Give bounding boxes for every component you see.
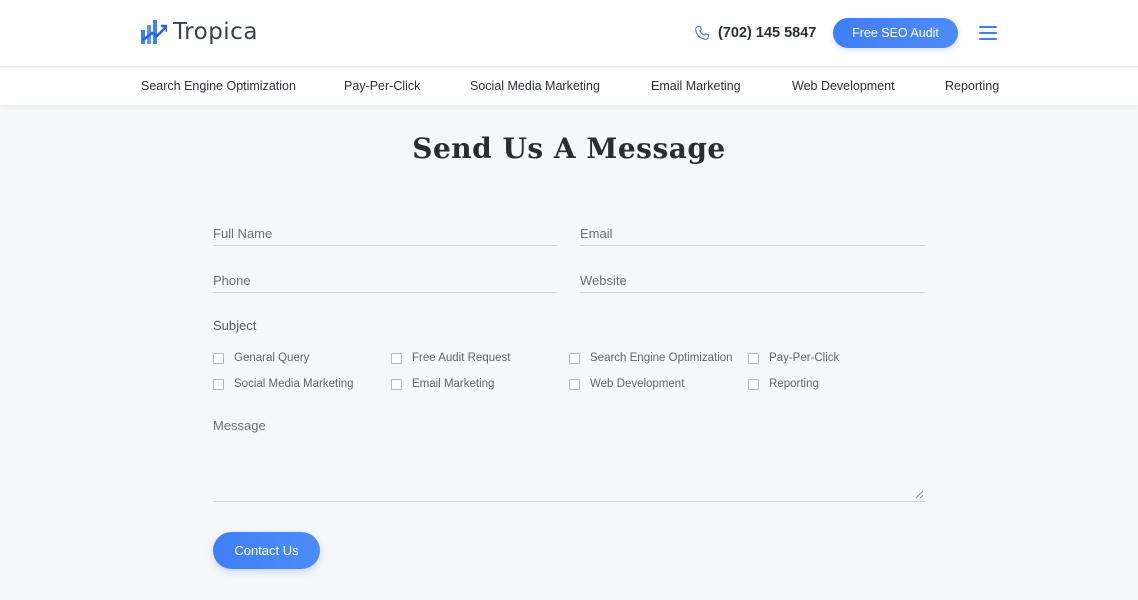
- checkbox[interactable]: [569, 378, 580, 390]
- nav-item-reporting[interactable]: Reporting: [945, 79, 999, 93]
- hamburger-menu-icon[interactable]: [979, 26, 997, 40]
- message-textarea[interactable]: [213, 418, 925, 501]
- checkbox[interactable]: [748, 378, 759, 390]
- checkbox-label: Social Media Marketing: [234, 378, 354, 390]
- subject-checkbox-seo[interactable]: Search Engine Optimization: [569, 352, 733, 364]
- checkbox[interactable]: [391, 352, 402, 364]
- subject-checkbox-reporting[interactable]: Reporting: [748, 378, 819, 390]
- checkbox-label: Web Development: [590, 378, 685, 390]
- logo-text: Tropica: [173, 19, 258, 45]
- subject-checkbox-social-media[interactable]: Social Media Marketing: [213, 378, 354, 390]
- subject-checkbox-ppc[interactable]: Pay-Per-Click: [748, 352, 839, 364]
- phone-icon: [695, 26, 709, 40]
- checkbox[interactable]: [391, 378, 402, 390]
- checkbox[interactable]: [213, 378, 224, 390]
- resize-grip-icon[interactable]: [915, 490, 924, 499]
- nav-item-ppc[interactable]: Pay-Per-Click: [344, 79, 420, 93]
- free-seo-audit-button[interactable]: Free SEO Audit: [833, 18, 958, 48]
- phone-field: [213, 269, 557, 293]
- logo-icon: [141, 20, 167, 44]
- subject-checkbox-web-development[interactable]: Web Development: [569, 378, 684, 390]
- message-field: [213, 418, 925, 502]
- nav-item-email-marketing[interactable]: Email Marketing: [651, 79, 741, 93]
- full-name-field: [213, 222, 557, 246]
- phone-contact[interactable]: (702) 145 5847: [694, 22, 816, 44]
- page-title: Send Us A Message: [412, 132, 726, 165]
- main-nav: Search Engine Optimization Pay-Per-Click…: [0, 68, 1138, 105]
- checkbox-label: Pay-Per-Click: [769, 352, 840, 364]
- subject-checkbox-email-marketing[interactable]: Email Marketing: [391, 378, 494, 390]
- website-input[interactable]: [580, 269, 925, 291]
- phone-input[interactable]: [213, 269, 557, 291]
- logo[interactable]: Tropica: [141, 17, 258, 47]
- nav-item-seo[interactable]: Search Engine Optimization: [141, 79, 296, 93]
- nav-item-web-development[interactable]: Web Development: [792, 79, 895, 93]
- checkbox[interactable]: [213, 352, 224, 364]
- subject-label: Subject: [213, 318, 257, 333]
- menu-bar: [979, 38, 997, 40]
- checkbox-label: Free Audit Request: [412, 352, 511, 364]
- checkbox-label: Reporting: [769, 378, 819, 390]
- site-header: Tropica (702) 145 5847 Free SEO Audit: [0, 0, 1138, 67]
- phone-number[interactable]: (702) 145 5847: [718, 25, 816, 41]
- full-name-input[interactable]: [213, 222, 557, 244]
- checkbox-label: Search Engine Optimization: [590, 352, 733, 364]
- website-field: [580, 269, 925, 293]
- menu-bar: [979, 26, 997, 28]
- menu-bar: [979, 32, 997, 34]
- contact-us-button[interactable]: Contact Us: [213, 532, 320, 569]
- subject-checkbox-general-query[interactable]: Genaral Query: [213, 352, 309, 364]
- subject-checkbox-free-audit-request[interactable]: Free Audit Request: [391, 352, 510, 364]
- checkbox[interactable]: [569, 352, 580, 364]
- email-input[interactable]: [580, 222, 925, 244]
- email-field: [580, 222, 925, 246]
- checkbox-label: Genaral Query: [234, 352, 310, 364]
- nav-item-social-media[interactable]: Social Media Marketing: [470, 79, 600, 93]
- checkbox[interactable]: [748, 352, 759, 364]
- checkbox-label: Email Marketing: [412, 378, 495, 390]
